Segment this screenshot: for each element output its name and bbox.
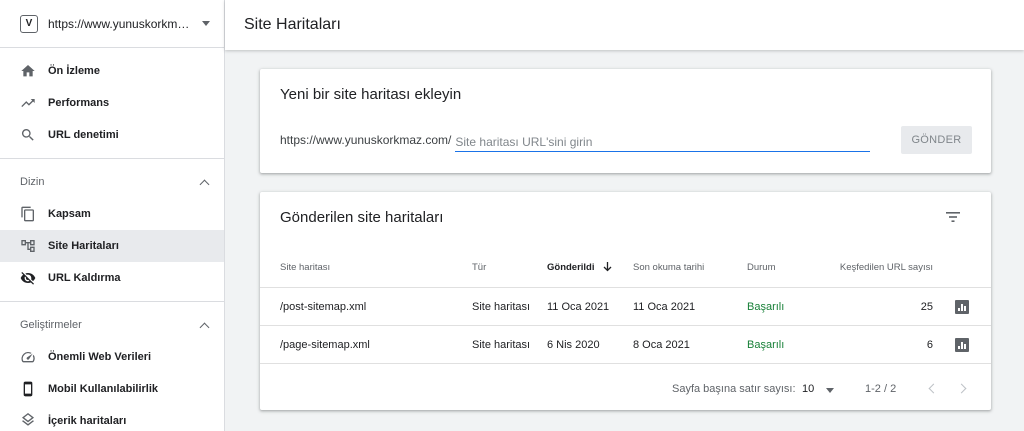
phone-icon	[20, 381, 36, 397]
sitemap-url-input[interactable]	[455, 128, 871, 152]
submitted-sitemaps-title: Gönderilen site haritaları	[280, 209, 444, 226]
pagination: Sayfa başına satır sayısı: 10 1-2 / 2	[260, 370, 991, 410]
chevron-left-icon[interactable]	[928, 383, 939, 394]
sidebar-item-label: URL denetimi	[48, 129, 119, 141]
nav-group-header[interactable]: Geliştirmeler	[0, 309, 224, 341]
filter-icon[interactable]	[945, 210, 961, 224]
url-prefix: https://www.yunuskorkmaz.com/	[280, 133, 452, 147]
page-header: Site Haritaları	[225, 0, 1024, 50]
discovered-url-count: 6	[926, 338, 933, 351]
speed-icon	[20, 349, 36, 365]
property-url: https://www.yunuskorkmaz.c...	[48, 16, 194, 31]
nav-group-title: Geliştirmeler	[20, 319, 82, 331]
table-row[interactable]: /page-sitemap.xml Site haritası 6 Nis 20…	[260, 326, 991, 364]
sidebar-item-url-removal[interactable]: URL Kaldırma	[0, 262, 224, 294]
chevron-right-icon[interactable]	[956, 383, 967, 394]
page-title: Site Haritaları	[244, 16, 341, 33]
last-read-date: 11 Oca 2021	[633, 300, 696, 313]
sitemap-type: Site haritası	[472, 300, 531, 313]
chevron-up-icon	[199, 179, 210, 189]
caret-down-icon	[202, 21, 210, 26]
sidebar-item-label: Mobil Kullanılabilirlik	[48, 383, 159, 395]
sidebar-item-coverage[interactable]: Kapsam	[0, 198, 224, 230]
column-header-submitted[interactable]: Gönderildi	[547, 262, 612, 273]
layers-icon	[20, 413, 36, 429]
nav-top-group: Ön İzleme Performans URL denetimi	[0, 48, 224, 159]
last-read-date: 8 Oca 2021	[633, 338, 690, 351]
sidebar-item-performance[interactable]: Performans	[0, 87, 224, 119]
column-header-status[interactable]: Durum	[747, 262, 776, 273]
sitemap-path: /page-sitemap.xml	[280, 338, 370, 351]
column-header-sitemap[interactable]: Site haritası	[280, 262, 330, 273]
sidebar-item-label: Performans	[48, 97, 110, 109]
sidebar: V https://www.yunuskorkmaz.c... Ön İzlem…	[0, 0, 225, 431]
sidebar-item-core-web-vitals[interactable]: Önemli Web Verileri	[0, 341, 224, 373]
sidebar-item-breadcrumbs[interactable]: İçerik haritaları	[0, 405, 224, 431]
sidebar-item-label: Ön İzleme	[48, 65, 100, 77]
submitted-sitemaps-card: Gönderilen site haritaları Site haritası…	[260, 192, 991, 410]
sidebar-item-label: Önemli Web Verileri	[48, 351, 152, 363]
sidebar-item-overview[interactable]: Ön İzleme	[0, 55, 224, 87]
nav-group-header[interactable]: Dizin	[0, 166, 224, 198]
column-header-discovered-urls[interactable]: Keşfedilen URL sayısı	[840, 262, 933, 273]
caret-down-icon[interactable]	[826, 388, 834, 393]
sidebar-item-sitemaps[interactable]: Site Haritaları	[0, 230, 224, 262]
add-sitemap-card: Yeni bir site haritası ekleyin https://w…	[260, 69, 991, 173]
nav-group-enhancements: Geliştirmeler Önemli Web Verileri Mobil …	[0, 302, 224, 431]
sidebar-item-mobile-usability[interactable]: Mobil Kullanılabilirlik	[0, 373, 224, 405]
status-label: Başarılı	[747, 300, 785, 313]
discovered-url-count: 25	[920, 300, 933, 313]
column-header-last-read[interactable]: Son okuma tarihi	[633, 262, 704, 273]
column-header-type[interactable]: Tür	[472, 262, 486, 273]
property-selector[interactable]: V https://www.yunuskorkmaz.c...	[0, 0, 224, 48]
table-row[interactable]: /post-sitemap.xml Site haritası 11 Oca 2…	[260, 288, 991, 326]
sitemap-path: /post-sitemap.xml	[280, 300, 367, 313]
nav-group-index: Dizin Kapsam Site Haritaları URL Kaldırm…	[0, 159, 224, 302]
bar-chart-icon[interactable]	[955, 299, 969, 314]
sidebar-item-label: Kapsam	[48, 208, 91, 220]
eye-off-icon	[20, 270, 36, 286]
sidebar-item-label: Site Haritaları	[48, 240, 119, 252]
sidebar-item-url-inspection[interactable]: URL denetimi	[0, 119, 224, 151]
table-header-row: Site haritası Tür Gönderildi Son okuma t…	[260, 247, 991, 288]
submitted-date: 11 Oca 2021	[547, 300, 610, 313]
sidebar-item-label: URL Kaldırma	[48, 272, 121, 284]
sidebar-item-label: İçerik haritaları	[48, 415, 127, 427]
nav-group-title: Dizin	[20, 176, 45, 188]
sitemap-type: Site haritası	[472, 338, 531, 351]
bar-chart-icon[interactable]	[955, 337, 969, 352]
submit-button[interactable]: GÖNDER	[901, 126, 972, 154]
arrow-down-icon	[603, 261, 612, 272]
sitemap-icon	[20, 238, 36, 254]
copy-icon	[20, 206, 36, 222]
add-sitemap-form: https://www.yunuskorkmaz.com/ GÖNDER	[280, 126, 972, 154]
sitemaps-table: Site haritası Tür Gönderildi Son okuma t…	[260, 247, 991, 364]
home-icon	[20, 63, 36, 79]
rows-per-page-select[interactable]: 10	[802, 383, 814, 395]
trending-up-icon	[20, 95, 36, 111]
search-icon	[20, 127, 36, 143]
status-label: Başarılı	[747, 338, 785, 351]
site-logo-icon: V	[20, 14, 38, 33]
submitted-date: 6 Nis 2020	[547, 338, 600, 351]
page-range: 1-2 / 2	[865, 383, 897, 395]
rows-per-page-label: Sayfa başına satır sayısı:	[672, 383, 796, 395]
add-sitemap-title: Yeni bir site haritası ekleyin	[280, 86, 462, 103]
column-header-submitted-label: Gönderildi	[547, 261, 595, 273]
chevron-up-icon	[199, 322, 210, 332]
